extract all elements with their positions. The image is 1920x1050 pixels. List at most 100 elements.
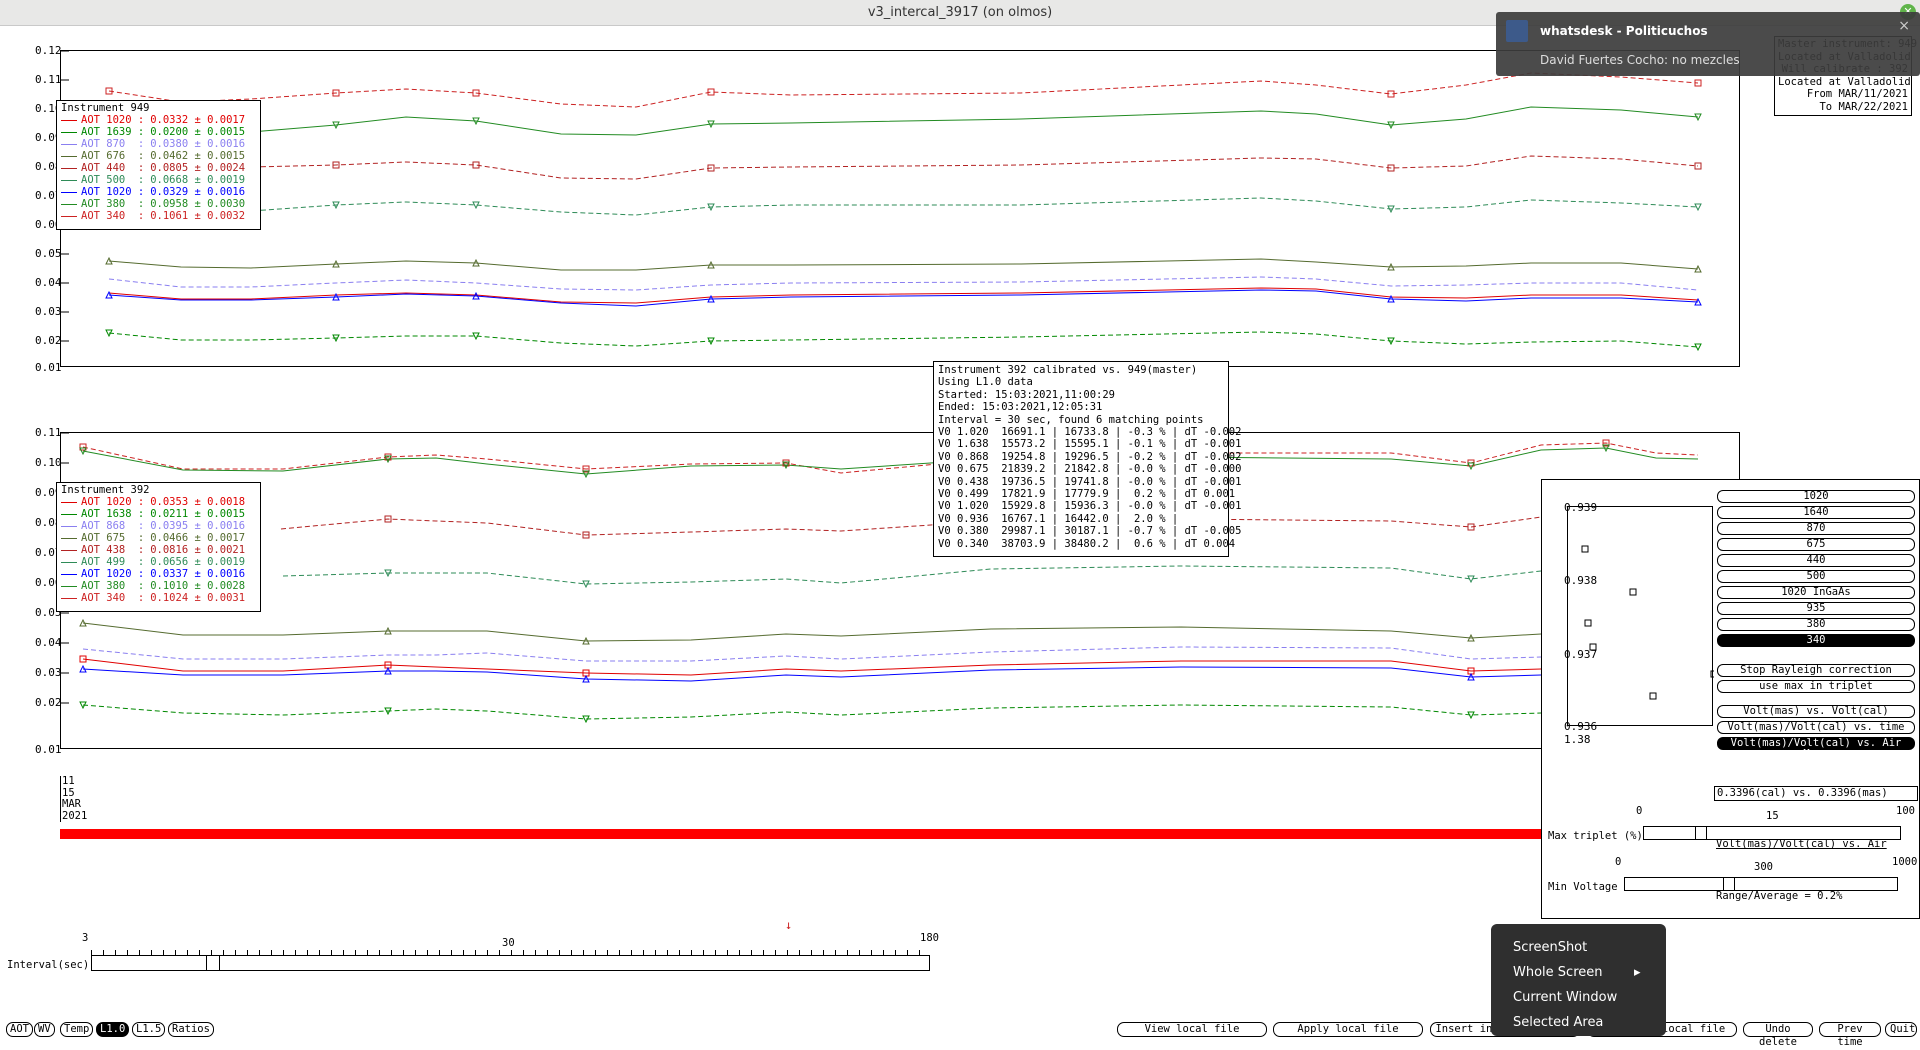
toggle-wv[interactable]: WV	[34, 1022, 55, 1037]
mini-plot-svg	[1581, 545, 1714, 700]
bottom-plot-svg	[61, 433, 1699, 724]
toggle-l10[interactable]: L1.0	[96, 1022, 130, 1037]
mode-button[interactable]: Volt(mas)/Volt(cal) vs. time	[1717, 721, 1915, 734]
legend-entry: AOT 438 : 0.0816 ± 0.0021	[61, 544, 256, 556]
series-380	[108, 106, 1699, 136]
mini-plot-points	[1581, 545, 1714, 700]
interval-thumb[interactable]	[205, 955, 220, 971]
wavelength-button-1020-ingaas[interactable]: 1020 InGaAs	[1717, 586, 1915, 599]
legend-swatch	[61, 561, 77, 563]
mini-plot	[1567, 506, 1714, 726]
min-voltage-thumb[interactable]	[1723, 877, 1736, 891]
undo-delete-button[interactable]: Undo delete	[1743, 1022, 1813, 1048]
wavelength-button-340[interactable]: 340	[1717, 634, 1915, 647]
calibration-line: Started: 15:03:2021,11:00:29	[938, 388, 1116, 401]
legend-swatch	[61, 167, 77, 169]
mode-button[interactable]: Volt(mas)/Volt(cal) vs. Air Mass	[1717, 737, 1915, 760]
toggle-temp[interactable]: Temp	[60, 1022, 94, 1037]
toggle-ratios[interactable]: Ratios	[168, 1022, 214, 1037]
series-676	[82, 622, 1698, 642]
max-triplet-thumb[interactable]	[1694, 826, 1707, 840]
apply-local-file-button[interactable]: Apply local file	[1273, 1022, 1423, 1037]
calibration-line: Interval = 30 sec, found 6 matching poin…	[938, 413, 1204, 426]
legend-entry: AOT 380 : 0.0958 ± 0.0030	[61, 198, 256, 210]
view-local-file-button[interactable]: View local file	[1117, 1022, 1267, 1037]
legend-swatch	[61, 179, 77, 181]
legend-label: AOT 1639 :	[81, 126, 145, 138]
calibration-line: Ended: 15:03:2021,12:05:31	[938, 401, 1103, 414]
calibration-line: V0 0.340 38703.9 | 38480.2 | 0.6 % | dT …	[938, 537, 1236, 550]
legend-swatch	[61, 155, 77, 157]
menu-item-whole-screen[interactable]: Whole Screen	[1513, 965, 1602, 980]
use-max-triplet-button[interactable]: use max in triplet	[1717, 680, 1915, 693]
series-1020	[82, 658, 1698, 676]
y-tick: 0.04	[35, 636, 62, 649]
legend-entry: AOT 868 : 0.0395 ± 0.0016	[61, 520, 256, 532]
top-plot-legend: Instrument 949 AOT 1020 : 0.0332 ± 0.0017…	[56, 100, 261, 230]
series-500	[282, 565, 1698, 585]
stop-rayleigh-button[interactable]: Stop Rayleigh correction	[1717, 664, 1915, 677]
app-icon	[1506, 20, 1528, 42]
wavelength-button-380[interactable]: 380	[1717, 618, 1915, 631]
top-plot-svg	[61, 51, 1702, 352]
wavelength-button-1640[interactable]: 1640	[1717, 506, 1915, 519]
menu-item-current-window[interactable]: Current Window	[1513, 990, 1617, 1005]
legend-value: 0.1061 ± 0.0032	[150, 210, 246, 222]
legend-swatch	[61, 585, 77, 587]
legend-label: AOT 440 :	[81, 162, 145, 174]
wavelength-button-935[interactable]: 935	[1717, 602, 1915, 615]
wavelength-button-1020[interactable]: 1020	[1717, 490, 1915, 503]
wavelength-button-675[interactable]: 675	[1717, 538, 1915, 551]
mini-y-tick: 0.938	[1564, 574, 1598, 587]
legend-value: 0.0958 ± 0.0030	[150, 198, 246, 210]
legend-swatch	[61, 537, 77, 539]
master-info-line: Located at Valladolid	[1778, 75, 1911, 88]
calibration-line: V0 0.675 21839.2 | 21842.8 | -0.0 % | dT…	[938, 463, 1242, 476]
calibration-line: V0 1.020 16691.1 | 16733.8 | -0.3 % | dT…	[938, 426, 1242, 439]
mode-button[interactable]: Volt(mas) vs. Volt(cal)	[1717, 705, 1915, 718]
legend-value: 0.0329 ± 0.0016	[150, 186, 246, 198]
wavelength-button-440[interactable]: 440	[1717, 554, 1915, 567]
y-tick: 0.10	[35, 456, 62, 469]
toggle-aot[interactable]: AOT	[6, 1022, 33, 1037]
time-range-bar[interactable]	[60, 829, 1541, 839]
wavelength-button-500[interactable]: 500	[1717, 570, 1915, 583]
notification-close-icon[interactable]: ×	[1898, 18, 1910, 34]
screenshot-context-menu: ScreenShot Whole Screen ▸ Current Window…	[1491, 924, 1666, 1036]
interval-slider[interactable]	[91, 955, 930, 971]
mini-y-tick: 0.936	[1564, 720, 1598, 733]
prev-time-button[interactable]: Prev time	[1819, 1022, 1881, 1048]
bottom-plot	[60, 432, 1740, 749]
legend-entry: AOT 676 : 0.0462 ± 0.0015	[61, 150, 256, 162]
legend-entry: AOT 1020 : 0.0353 ± 0.0018	[61, 496, 256, 508]
legend-entry: AOT 340 : 0.1061 ± 0.0032	[61, 210, 256, 222]
legend-entry: AOT 499 : 0.0656 ± 0.0019	[61, 556, 256, 568]
toggle-l15[interactable]: L1.5	[132, 1022, 166, 1037]
y-tick: 0.02	[35, 696, 62, 709]
legend-value: 0.0211 ± 0.0015	[150, 508, 246, 520]
menu-item-screenshot[interactable]: ScreenShot	[1513, 940, 1587, 955]
max-triplet-slider[interactable]	[1643, 826, 1901, 840]
ratio-text: 0.3396(cal) vs. 0.3396(mas)	[1717, 787, 1888, 799]
menu-item-selected-area[interactable]: Selected Area	[1513, 1015, 1603, 1030]
quit-button[interactable]: Quit	[1885, 1022, 1917, 1037]
interval-mid: 30	[502, 937, 515, 949]
legend-swatch	[61, 501, 77, 503]
date-label: 11 15 MAR 2021	[60, 775, 87, 822]
legend-label: AOT 1020 :	[81, 496, 145, 508]
master-info-line: From MAR/11/2021	[1806, 88, 1908, 100]
legend-value: 0.0805 ± 0.0024	[150, 162, 246, 174]
legend-value: 0.0380 ± 0.0016	[150, 138, 246, 150]
date-day-1: 11	[62, 775, 75, 787]
legend-label: AOT 676 :	[81, 150, 145, 162]
legend-entry: AOT 1020 : 0.0337 ± 0.0016	[61, 568, 256, 580]
legend-value: 0.0200 ± 0.0015	[150, 126, 246, 138]
calibration-line: V0 1.638 15573.2 | 15595.1 | -0.1 % | dT…	[938, 438, 1242, 451]
notification-popup[interactable]: whatsdesk - Politicuchos × David Fuertes…	[1496, 12, 1920, 76]
wavelength-button-870[interactable]: 870	[1717, 522, 1915, 535]
series-340	[108, 72, 1699, 108]
legend-swatch	[61, 191, 77, 193]
min-voltage-label: Min Voltage	[1548, 881, 1618, 893]
min-voltage-slider[interactable]	[1624, 877, 1898, 891]
series-870	[82, 646, 1698, 662]
